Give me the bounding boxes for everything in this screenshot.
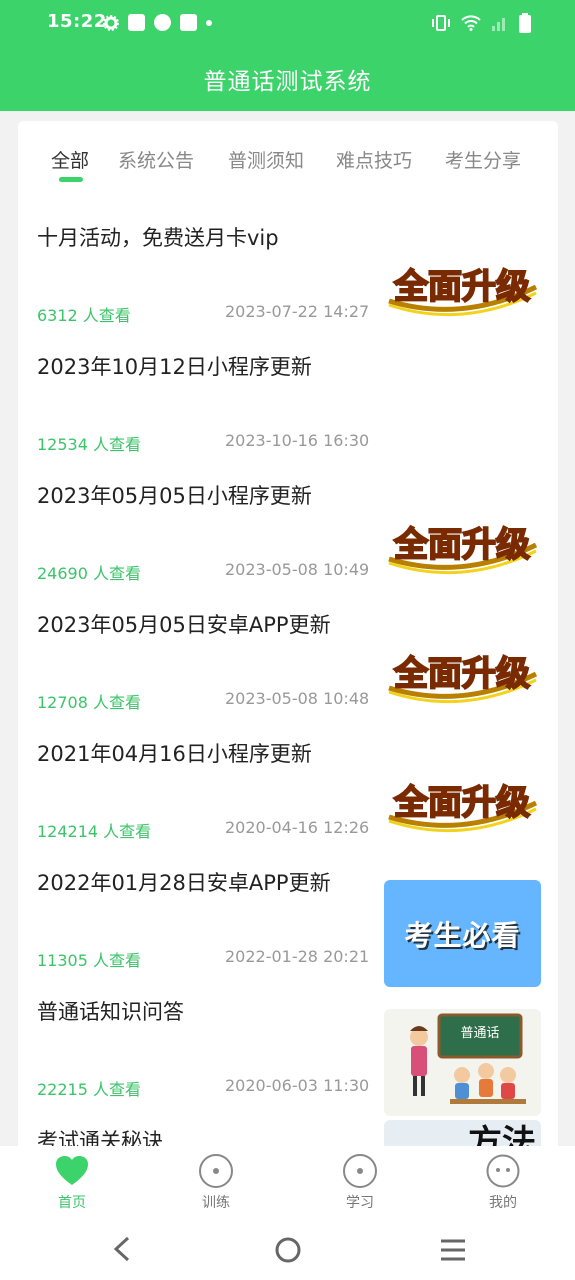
circle-dot-icon (199, 1154, 233, 1188)
svg-text:全面升级: 全面升级 (393, 654, 530, 694)
status-notification-icons (103, 14, 212, 31)
tab-test-guide[interactable]: 普测须知 (228, 146, 304, 173)
mail-icon (128, 14, 145, 31)
svg-text:全面升级: 全面升级 (393, 783, 530, 823)
nav-label: 训练 (202, 1195, 230, 1211)
svg-text:全面升级: 全面升级 (393, 267, 530, 307)
article-date: 2020-04-16 12:26 (225, 818, 370, 837)
svg-text:全面升级: 全面升级 (393, 525, 530, 565)
article-title: 普通话知识问答 (37, 1000, 184, 1024)
article-item[interactable]: 2022年01月28日安卓APP更新 11305 人查看 2022-01-28 … (18, 867, 558, 996)
tab-system-notice[interactable]: 系统公告 (118, 146, 194, 173)
article-thumbnail: 普通话 (384, 1009, 541, 1116)
dot-icon (206, 19, 212, 26)
classroom-illustration: 普通话 (384, 1009, 541, 1116)
svg-text:普通话: 普通话 (460, 1026, 499, 1041)
check-icon (154, 14, 171, 31)
article-views: 11305 人查看 (37, 951, 141, 970)
mail-icon (180, 14, 197, 31)
article-thumbnail: 全面升级 (384, 235, 541, 342)
tab-all[interactable]: 全部 (51, 146, 89, 173)
article-item[interactable]: 2023年05月05日小程序更新 24690 人查看 2023-05-08 10… (18, 480, 558, 609)
nav-label: 学习 (346, 1195, 374, 1211)
status-system-icons (431, 13, 531, 33)
nav-home[interactable]: 首页 (32, 1154, 112, 1212)
heart-icon (55, 1154, 89, 1188)
article-date: 2023-10-16 16:30 (225, 431, 370, 450)
tab-tips[interactable]: 难点技巧 (336, 146, 412, 173)
article-date: 2023-05-08 10:48 (225, 689, 370, 708)
status-time: 15:22 (47, 11, 107, 32)
article-item[interactable]: 2021年04月16日小程序更新 124214 人查看 2020-04-16 1… (18, 738, 558, 867)
nav-label: 我的 (489, 1195, 517, 1211)
article-thumbnail: 全面升级 (384, 493, 541, 600)
home-icon[interactable] (274, 1236, 302, 1264)
article-views: 12708 人查看 (37, 693, 141, 712)
bottom-navigation: 首页 训练 学习 我的 (0, 1146, 575, 1220)
wifi-icon (461, 15, 481, 31)
nav-profile[interactable]: 我的 (463, 1154, 543, 1212)
article-date: 2023-07-22 14:27 (225, 302, 370, 321)
signal-icon (492, 18, 505, 31)
category-tabs: 全部 系统公告 普测须知 难点技巧 考生分享 (18, 121, 558, 191)
article-views: 24690 人查看 (37, 564, 141, 583)
article-thumbnail: 全面升级 (384, 751, 541, 858)
nav-study[interactable]: 学习 (320, 1154, 400, 1212)
face-icon (486, 1154, 520, 1188)
screen: 15:22 普通话测试系统 全部 系统公告 普测须知 难点技巧 考生分享 十月活… (0, 0, 575, 1280)
article-views: 124214 人查看 (37, 822, 152, 841)
article-title: 2022年01月28日安卓APP更新 (37, 871, 331, 895)
app-header: 15:22 普通话测试系统 (0, 0, 575, 111)
article-views: 6312 人查看 (37, 306, 131, 325)
content-card: 全部 系统公告 普测须知 难点技巧 考生分享 十月活动，免费送月卡vip 631… (18, 121, 558, 1151)
article-date: 2023-05-08 10:49 (225, 560, 370, 579)
article-item[interactable]: 普通话知识问答 22215 人查看 2020-06-03 11:30 普通话 (18, 996, 558, 1125)
system-navigation-bar (0, 1220, 575, 1280)
must-read-banner-image: 考生必看 (384, 880, 541, 987)
article-title: 2021年04月16日小程序更新 (37, 742, 312, 766)
vibrate-icon (432, 15, 450, 31)
article-title: 十月活动，免费送月卡vip (37, 226, 279, 250)
upgrade-banner-image: 全面升级 (384, 235, 541, 342)
upgrade-banner-image: 全面升级 (384, 751, 541, 858)
active-tab-indicator (59, 177, 83, 182)
upgrade-banner-image: 全面升级 (384, 493, 541, 600)
upgrade-banner-image: 全面升级 (384, 622, 541, 729)
article-item[interactable]: 十月活动，免费送月卡vip 6312 人查看 2023-07-22 14:27 … (18, 222, 558, 351)
back-icon[interactable] (110, 1236, 134, 1262)
article-date: 2020-06-03 11:30 (225, 1076, 370, 1095)
article-item[interactable]: 2023年05月05日安卓APP更新 12708 人查看 2023-05-08 … (18, 609, 558, 738)
nav-training[interactable]: 训练 (176, 1154, 256, 1212)
article-thumbnail: 考生必看 (384, 880, 541, 987)
status-bar: 15:22 (0, 0, 575, 48)
article-title: 2023年05月05日小程序更新 (37, 484, 312, 508)
circle-dot-icon (343, 1154, 377, 1188)
recents-icon[interactable] (440, 1238, 466, 1262)
article-title: 2023年05月05日安卓APP更新 (37, 613, 331, 637)
article-title: 2023年10月12日小程序更新 (37, 355, 312, 379)
nav-label: 首页 (58, 1195, 86, 1211)
article-views: 12534 人查看 (37, 435, 141, 454)
tab-candidate-share[interactable]: 考生分享 (445, 146, 521, 173)
gear-icon (103, 14, 119, 31)
article-item[interactable]: 2023年10月12日小程序更新 12534 人查看 2023-10-16 16… (18, 351, 558, 480)
page-title: 普通话测试系统 (203, 69, 372, 95)
article-thumbnail: 全面升级 (384, 622, 541, 729)
article-date: 2022-01-28 20:21 (225, 947, 370, 966)
battery-icon (519, 13, 531, 33)
article-views: 22215 人查看 (37, 1080, 141, 1099)
